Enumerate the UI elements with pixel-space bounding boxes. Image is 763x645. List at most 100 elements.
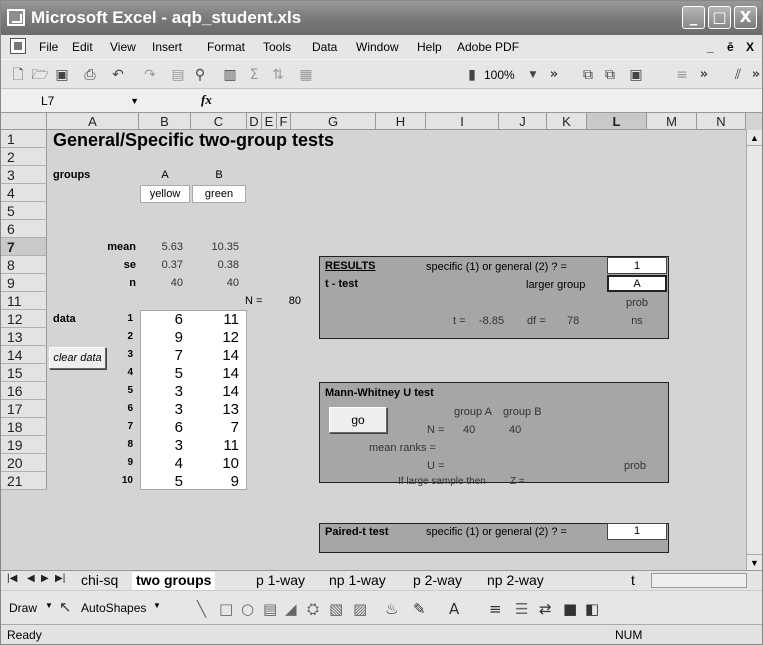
pdf-icon[interactable]: ⧉: [579, 66, 597, 84]
col-header-f[interactable]: F: [277, 113, 291, 130]
row-header[interactable]: 7: [1, 238, 47, 256]
toolbar-more-icon[interactable]: »: [695, 66, 713, 84]
line-icon[interactable]: ╲: [197, 600, 206, 618]
data-a-cell[interactable]: 9: [141, 329, 183, 346]
diagram-icon[interactable]: ⛭: [307, 600, 319, 618]
row-header[interactable]: 4: [1, 184, 47, 202]
horizontal-scrollbar[interactable]: [651, 573, 747, 588]
tab-t[interactable]: t: [631, 572, 635, 590]
col-header-i[interactable]: I: [426, 113, 499, 130]
chart-wizard-icon[interactable]: ▥: [221, 66, 239, 84]
row-header[interactable]: 3: [1, 166, 47, 184]
name-box-dropdown-icon[interactable]: ▼: [130, 92, 139, 110]
shadow-icon[interactable]: ■: [563, 600, 577, 618]
menu-view[interactable]: View: [110, 40, 136, 54]
zoom-dropdown-icon[interactable]: ▼: [524, 66, 542, 84]
menu-window[interactable]: Window: [356, 40, 399, 54]
tab-np-2-way[interactable]: np 2-way: [487, 572, 544, 590]
arrow-style-icon[interactable]: ⇄: [539, 600, 552, 618]
col-header-m[interactable]: M: [647, 113, 697, 130]
doc-restore-button[interactable]: ē: [727, 40, 734, 54]
col-header-g[interactable]: G: [291, 113, 376, 130]
undo-icon[interactable]: ↶: [109, 66, 127, 84]
wordart-icon[interactable]: ◢: [285, 600, 297, 618]
pdf-review-icon[interactable]: ▣: [627, 66, 645, 84]
maximize-button[interactable]: □: [708, 6, 731, 29]
col-header-b[interactable]: B: [139, 113, 191, 130]
align-icon[interactable]: ≡: [673, 66, 691, 84]
row-header[interactable]: 2: [1, 148, 47, 166]
row-header[interactable]: 11: [1, 292, 47, 310]
menu-insert[interactable]: Insert: [152, 40, 182, 54]
row-header[interactable]: 15: [1, 364, 47, 382]
data-a-cell[interactable]: 6: [141, 419, 183, 436]
data-a-cell[interactable]: 7: [141, 347, 183, 364]
toolbar-options-icon[interactable]: »: [545, 66, 563, 84]
col-header-a[interactable]: A: [47, 113, 139, 130]
row-header[interactable]: 21: [1, 472, 47, 490]
clear-data-button[interactable]: clear data: [49, 347, 106, 369]
data-b-cell[interactable]: 12: [193, 329, 239, 346]
row-header[interactable]: 13: [1, 328, 47, 346]
data-a-cell[interactable]: 5: [141, 365, 183, 382]
find-icon[interactable]: ⚲: [191, 66, 209, 84]
print-icon[interactable]: ⎙: [81, 66, 99, 84]
fill-color-icon[interactable]: ♨: [385, 600, 398, 618]
col-header-l[interactable]: L: [587, 113, 647, 130]
workbook-icon[interactable]: [10, 38, 26, 54]
doc-minimize-button[interactable]: _: [707, 40, 714, 54]
row-header[interactable]: 6: [1, 220, 47, 238]
pdf-email-icon[interactable]: ⧉: [601, 66, 619, 84]
name-box[interactable]: L7 ▼: [19, 92, 143, 110]
row-header[interactable]: 9: [1, 274, 47, 292]
font-color-icon[interactable]: A: [449, 600, 459, 618]
row-header[interactable]: 14: [1, 346, 47, 364]
chart-icon[interactable]: ⫽: [729, 66, 747, 84]
row-header[interactable]: 1: [1, 130, 47, 148]
row-header[interactable]: 12: [1, 310, 47, 328]
col-header-d[interactable]: D: [247, 113, 262, 130]
data-b-cell[interactable]: 11: [193, 311, 239, 328]
paste-icon[interactable]: ▤: [169, 66, 187, 84]
line-color-icon[interactable]: ✎: [413, 600, 426, 618]
menu-format[interactable]: Format: [207, 40, 245, 54]
tab-p-1-way[interactable]: p 1-way: [256, 572, 305, 590]
doc-close-button[interactable]: X: [746, 40, 754, 54]
vertical-scrollbar[interactable]: ▲ ▼: [746, 130, 762, 570]
select-all-corner[interactable]: [1, 113, 47, 130]
dash-style-icon[interactable]: ☰: [515, 600, 528, 618]
drawing-icon[interactable]: ▮: [463, 66, 481, 84]
col-header-n[interactable]: N: [697, 113, 746, 130]
autosum-icon[interactable]: Σ: [245, 66, 263, 84]
data-b-cell[interactable]: 14: [193, 383, 239, 400]
go-button[interactable]: go: [329, 407, 387, 433]
formula-input[interactable]: [226, 93, 746, 109]
row-header[interactable]: 17: [1, 400, 47, 418]
menu-file[interactable]: File: [39, 40, 58, 54]
col-header-h[interactable]: H: [376, 113, 426, 130]
scroll-up-icon[interactable]: ▲: [747, 130, 762, 146]
autoshapes-dropdown-icon[interactable]: ▼: [153, 601, 161, 610]
menu-data[interactable]: Data: [312, 40, 337, 54]
first-sheet-icon[interactable]: |◀: [7, 573, 17, 584]
prev-sheet-icon[interactable]: ◀: [27, 573, 35, 584]
last-sheet-icon[interactable]: ▶|: [55, 573, 65, 584]
data-a-cell[interactable]: 3: [141, 383, 183, 400]
line-style-icon[interactable]: ≡: [489, 600, 502, 618]
autoshapes-menu[interactable]: AutoShapes: [81, 601, 146, 615]
select-objects-icon[interactable]: ↖: [59, 598, 72, 616]
sort-icon[interactable]: ⇅: [269, 66, 287, 84]
data-b-cell[interactable]: 7: [193, 419, 239, 436]
menu-tools[interactable]: Tools: [263, 40, 291, 54]
data-b-cell[interactable]: 14: [193, 365, 239, 382]
insert-chart-icon[interactable]: ▦: [297, 66, 315, 84]
menu-edit[interactable]: Edit: [72, 40, 93, 54]
row-header[interactable]: 16: [1, 382, 47, 400]
redo-icon[interactable]: ↷: [141, 66, 159, 84]
data-b-cell[interactable]: 11: [193, 437, 239, 454]
data-b-cell[interactable]: 9: [193, 473, 239, 490]
col-header-e[interactable]: E: [262, 113, 277, 130]
close-button[interactable]: X: [734, 6, 757, 29]
tab-two-groups[interactable]: two groups: [132, 572, 216, 590]
oval-icon[interactable]: ○: [241, 600, 254, 618]
